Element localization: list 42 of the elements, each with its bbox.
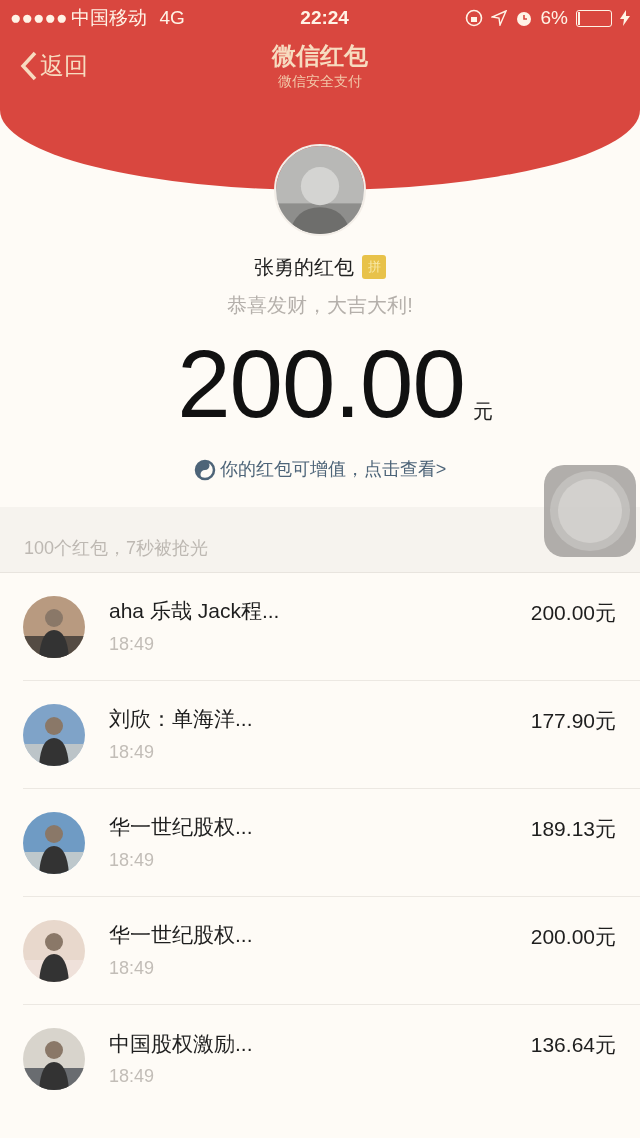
battery-percent: 6% — [540, 5, 568, 30]
page-title: 微信红包 — [272, 42, 368, 71]
claimer-name: 中国股权激励... — [109, 1030, 254, 1057]
claim-time: 18:49 — [109, 848, 156, 872]
claim-row[interactable]: 中国股权激励... 18:49 136.64元 — [23, 1005, 640, 1113]
claim-time: 18:49 — [109, 1065, 156, 1089]
claim-row[interactable]: 华一世纪股权... 18:49 200.00元 — [23, 897, 640, 1005]
claim-amount: 189.13元 — [530, 816, 616, 842]
network-type: 4G — [159, 5, 185, 30]
sender-name: 张勇的红包 — [254, 255, 354, 280]
claim-row[interactable]: 刘欣：单海洋... 18:49 177.90元 — [23, 681, 640, 789]
claim-time: 18:49 — [109, 956, 156, 980]
carrier-name: 中国移动 — [71, 5, 148, 30]
increase-value-link[interactable]: 你的红包可增值，点击查看> — [219, 456, 447, 483]
greeting-text: 恭喜发财，大吉大利! — [227, 294, 413, 316]
page-subtitle: 微信安全支付 — [278, 71, 362, 91]
signal-icon: ●●●●● — [10, 3, 68, 33]
claim-amount: 136.64元 — [530, 1032, 616, 1058]
rotation-lock-icon — [464, 9, 483, 27]
summary-text: 100个红包，7秒被抢光 — [24, 537, 209, 560]
amount-value: 200.00 — [177, 336, 465, 432]
claimer-name: 华一世纪股权... — [109, 814, 254, 841]
claim-amount: 177.90元 — [530, 708, 616, 734]
claim-amount: 200.00元 — [530, 600, 616, 626]
back-chevron-icon — [20, 51, 38, 81]
yin-yang-icon — [193, 458, 216, 481]
claim-amount: 200.00元 — [530, 924, 616, 950]
battery-icon — [576, 9, 612, 27]
clock-time: 22:24 — [300, 5, 349, 30]
charging-icon — [620, 10, 630, 26]
claimer-name: 刘欣：单海洋... — [109, 706, 254, 733]
claim-time: 18:49 — [109, 632, 156, 656]
location-icon — [490, 10, 507, 26]
alarm-icon — [514, 9, 533, 27]
claim-row[interactable]: 华一世纪股权... 18:49 189.13元 — [23, 789, 640, 897]
claim-time: 18:49 — [109, 740, 156, 764]
claim-row[interactable]: aha 乐哉 Jack程... 18:49 200.00元 — [23, 573, 640, 681]
claimer-name: 华一世纪股权... — [109, 922, 254, 949]
assistive-touch-button[interactable] — [544, 465, 636, 557]
claimer-name: aha 乐哉 Jack程... — [109, 598, 281, 625]
group-badge: 拼 — [362, 255, 386, 279]
currency-unit: 元 — [472, 399, 493, 424]
